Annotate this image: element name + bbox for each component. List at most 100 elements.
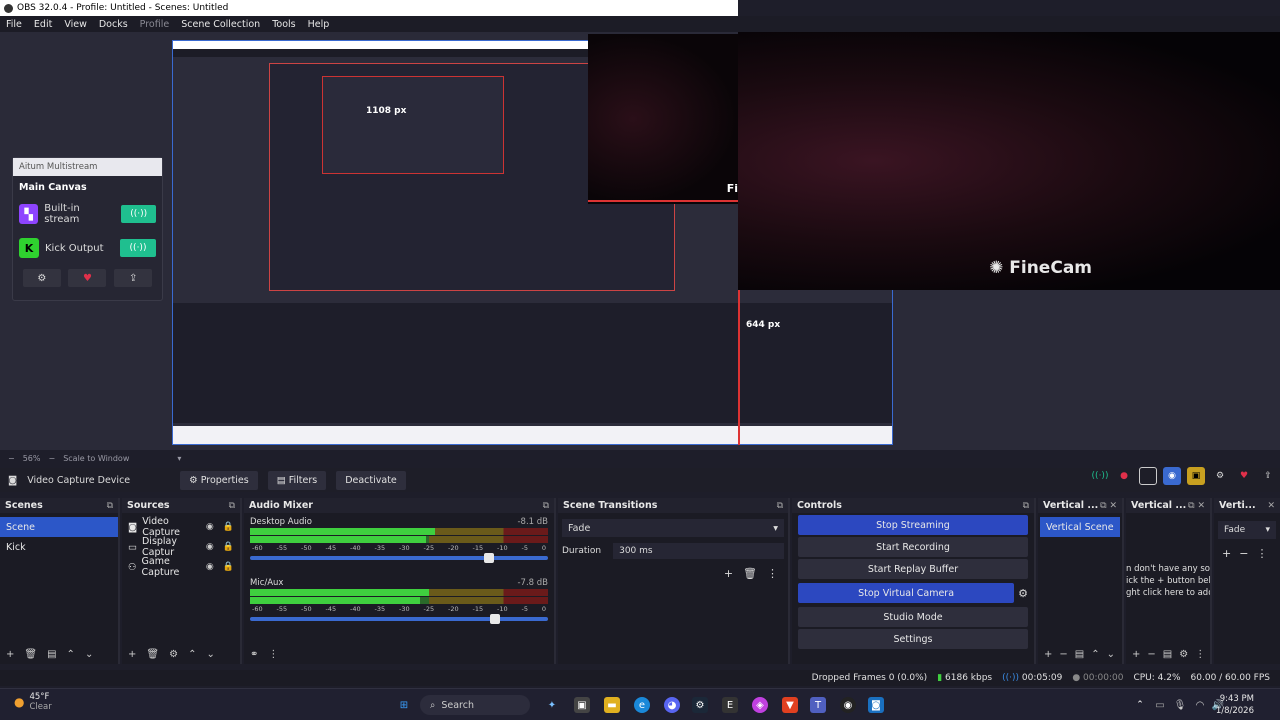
gear-icon[interactable]: ⚙ [169,649,178,660]
task-view-icon[interactable]: ▣ [574,697,590,713]
dock-popout-icon[interactable]: ⧉ [107,501,113,511]
add-icon[interactable]: + [724,567,733,580]
more-icon[interactable]: ⋮ [1256,547,1267,560]
lock-icon[interactable]: 🔒 [223,562,234,572]
filters-button[interactable]: ▤ Filters [267,470,327,490]
virtualcam-icon[interactable]: ◉ [1163,467,1181,485]
record-icon[interactable]: ● [1115,467,1133,485]
source-item[interactable]: ▭ Display Captur ◉ 🔒 [122,536,240,558]
add-icon[interactable]: + [6,649,14,660]
source-item[interactable]: ⚇ Game Capture ◉ 🔒 [122,556,240,578]
down-icon[interactable]: ⌄ [1107,649,1115,660]
copilot-icon[interactable]: ◈ [752,697,768,713]
vertical-transition-select[interactable]: Fade ▾ [1218,521,1276,539]
settings-button[interactable]: Settings [798,629,1028,649]
stream-toggle-button[interactable]: ((·)) [121,205,156,223]
stream-toggle-button[interactable]: ((·)) [120,239,156,257]
lock-icon[interactable]: 🔒 [223,542,234,552]
eye-icon[interactable]: ◉ [206,562,214,572]
close-icon[interactable]: ⧉ ✕ [1188,501,1205,511]
more-icon[interactable]: ⋮ [1195,649,1205,660]
remove-icon[interactable]: − [1239,547,1248,560]
scene-item[interactable]: Scene [0,517,118,537]
teams-icon[interactable]: T [810,697,826,713]
remove-icon[interactable]: − [1147,649,1155,660]
dock-popout-icon[interactable]: ⧉ [777,501,783,511]
mic-icon[interactable]: 🎙 [1172,697,1188,713]
replay-icon[interactable] [1139,467,1157,485]
up-icon[interactable]: ⌃ [188,649,196,660]
properties-button[interactable]: ⚙ Properties [180,470,258,490]
share-icon[interactable]: ⇪ [1259,467,1277,485]
trash-icon[interactable]: 🗑 [743,567,757,580]
camera-feed[interactable]: ✺ FineCam [738,32,1280,290]
taskbar-search[interactable]: ⌕ Search [420,695,530,715]
edge-icon[interactable]: e [634,697,650,713]
eye-icon[interactable]: ◉ [206,542,214,552]
more-icon[interactable]: ⋮ [268,649,278,660]
gear-icon[interactable]: ⚙ [1179,649,1188,660]
zoom-out-icon[interactable]: − [8,454,15,463]
close-icon[interactable]: ⧉ ✕ [1100,501,1117,511]
filter-icon[interactable]: ▤ [1163,649,1172,660]
studio-mode-button[interactable]: Studio Mode [798,607,1028,627]
add-icon[interactable]: + [1222,547,1231,560]
wifi-icon[interactable]: ◠ [1192,697,1208,713]
file-explorer-icon[interactable]: ▬ [604,697,620,713]
stream-status-icon[interactable]: ((·)) [1091,467,1109,485]
heart-icon[interactable]: ♥ [1235,467,1253,485]
tray-chevron-icon[interactable]: ⌃ [1132,697,1148,713]
settings-gear-icon[interactable]: ⚙ [1211,467,1229,485]
volume-slider[interactable] [250,614,548,624]
share-icon[interactable]: ⇪ [114,269,153,287]
clock[interactable]: 9:43 PM 1/8/2026 [1216,693,1254,717]
menu-scene-collection[interactable]: Scene Collection [175,19,266,30]
gear-icon[interactable]: ⚙ [1018,587,1028,600]
add-icon[interactable]: + [1132,649,1140,660]
up-icon[interactable]: ⌃ [67,649,75,660]
add-icon[interactable]: + [128,649,136,660]
eye-icon[interactable]: ◉ [206,522,214,532]
menu-profile[interactable]: Profile [134,19,176,30]
link-icon[interactable]: ⚭ [250,649,258,660]
up-icon[interactable]: ⌃ [1091,649,1099,660]
obs-taskbar-icon[interactable]: ◉ [840,697,856,713]
gear-icon[interactable]: ⚙ [22,269,61,287]
start-replay-buffer-button[interactable]: Start Replay Buffer [798,559,1028,579]
slider-knob[interactable] [490,614,501,624]
menu-docks[interactable]: Docks [93,19,134,30]
app-icon-2[interactable]: ◙ [868,697,884,713]
scale-mode-select[interactable]: Scale to Window [63,454,129,463]
menu-edit[interactable]: Edit [28,19,58,30]
menu-view[interactable]: View [58,19,93,30]
chevron-down-icon[interactable]: ▾ [177,454,181,463]
lock-icon[interactable]: 🔒 [223,522,234,532]
dock-popout-icon[interactable]: ⧉ [1023,501,1029,511]
menu-tools[interactable]: Tools [266,19,301,30]
filter-icon[interactable]: ▤ [47,649,56,660]
down-icon[interactable]: ⌄ [206,649,214,660]
zoom-in-icon[interactable]: − [48,454,55,463]
deactivate-button[interactable]: Deactivate [336,470,406,490]
duration-input[interactable]: 300 ms [613,543,784,559]
menu-help[interactable]: Help [302,19,336,30]
remove-icon[interactable]: − [1059,649,1067,660]
app-icon-1[interactable]: ✦ [544,697,560,713]
windows-start-icon[interactable]: ⊞ [396,697,412,713]
epic-icon[interactable]: E [722,697,738,713]
menu-file[interactable]: File [0,19,28,30]
filter-icon[interactable]: ▤ [1075,649,1084,660]
heart-icon[interactable]: ♥ [68,269,107,287]
scene-item[interactable]: Kick [0,537,118,557]
close-icon[interactable]: ✕ [1267,501,1275,511]
steam-icon[interactable]: ⚙ [692,697,708,713]
vertical-scene-item[interactable]: Vertical Scene [1040,517,1120,537]
more-icon[interactable]: ⋮ [767,567,778,580]
tray-app-icon[interactable]: ▭ [1152,697,1168,713]
source-item[interactable]: ◙ Video Capture ◉ 🔒 [122,516,240,538]
brave-icon[interactable]: ▼ [782,697,798,713]
trash-icon[interactable]: 🗑 [146,649,159,660]
dock-popout-icon[interactable]: ⧉ [543,501,549,511]
stop-virtual-camera-button[interactable]: Stop Virtual Camera [798,583,1015,603]
dock-popout-icon[interactable]: ⧉ [229,501,235,511]
